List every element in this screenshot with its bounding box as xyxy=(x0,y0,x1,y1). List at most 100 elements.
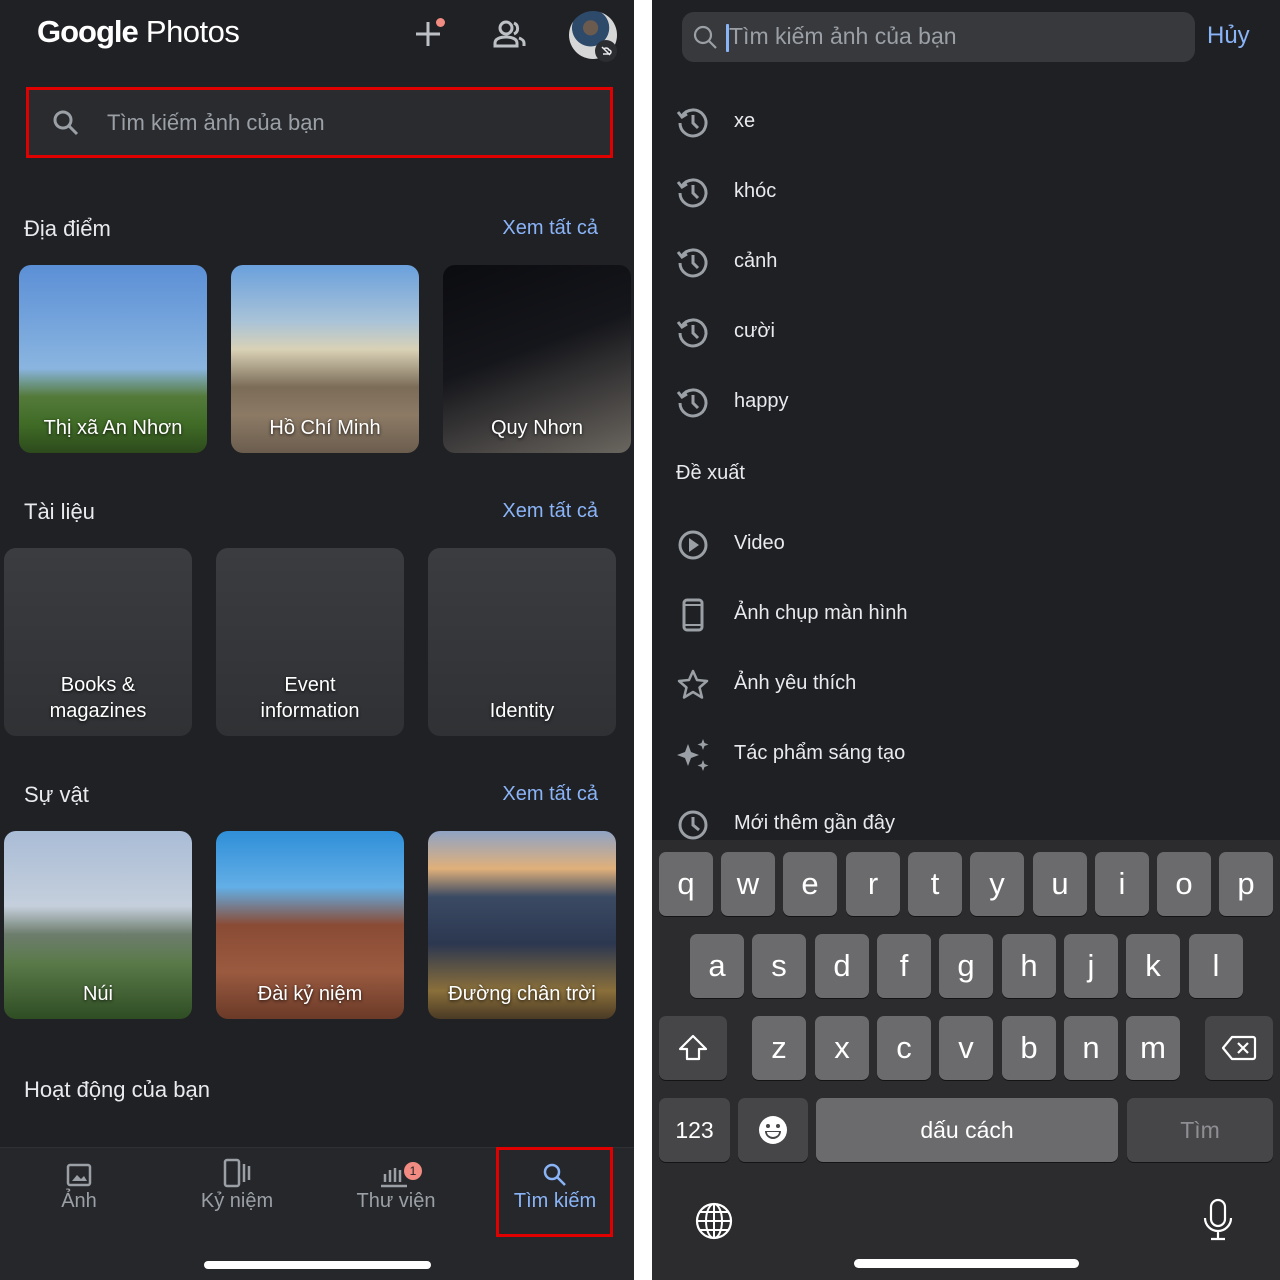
place-tile[interactable]: Thị xã An Nhơn xyxy=(19,265,207,453)
history-item[interactable]: cười xyxy=(652,298,1280,368)
section-title-activity: Hoạt động của bạn xyxy=(24,1077,210,1102)
suggestion-item-favorites[interactable]: Ảnh yêu thích xyxy=(652,650,1280,720)
thing-tile[interactable]: Đài kỷ niệm xyxy=(216,831,404,1019)
key-f[interactable]: f xyxy=(877,934,931,998)
library-badge: 1 xyxy=(404,1162,422,1180)
nav-tab-photos[interactable]: Ảnh xyxy=(14,1158,144,1213)
numbers-key[interactable]: 123 xyxy=(659,1098,730,1162)
key-r[interactable]: r xyxy=(846,852,900,916)
microphone-icon[interactable] xyxy=(1200,1198,1236,1242)
backspace-key[interactable] xyxy=(1205,1016,1273,1080)
suggestion-text: Tác phẩm sáng tạo xyxy=(734,742,906,764)
key-c[interactable]: c xyxy=(877,1016,931,1080)
see-all-documents-link[interactable]: Xem tất cả xyxy=(502,500,598,523)
tile-label: Event information xyxy=(260,674,360,722)
history-icon xyxy=(676,178,708,208)
sharing-button[interactable] xyxy=(490,14,530,54)
history-text: xe xyxy=(734,110,756,132)
search-icon xyxy=(693,25,717,49)
key-i[interactable]: i xyxy=(1095,852,1149,916)
home-indicator[interactable] xyxy=(204,1261,431,1269)
nav-tab-library[interactable]: 1 Thư viện xyxy=(331,1158,461,1213)
key-l[interactable]: l xyxy=(1189,934,1243,998)
star-icon xyxy=(677,669,709,699)
highlight-box xyxy=(496,1147,613,1237)
suggestion-item-screenshots[interactable]: Ảnh chụp màn hình xyxy=(652,580,1280,650)
key-m[interactable]: m xyxy=(1126,1016,1180,1080)
history-icon xyxy=(676,108,708,138)
history-item[interactable]: happy xyxy=(652,368,1280,438)
tile-label: Books & magazines xyxy=(49,674,147,722)
key-s[interactable]: s xyxy=(752,934,806,998)
key-z[interactable]: z xyxy=(752,1016,806,1080)
globe-icon[interactable] xyxy=(694,1201,734,1241)
thing-tile[interactable]: Đường chân trời xyxy=(428,831,616,1019)
thing-tile[interactable]: Núi xyxy=(4,831,192,1019)
key-u[interactable]: u xyxy=(1033,852,1087,916)
see-all-things-link[interactable]: Xem tất cả xyxy=(502,783,598,806)
home-indicator[interactable] xyxy=(854,1259,1079,1268)
tile-label: Hồ Chí Minh xyxy=(269,417,381,439)
key-g[interactable]: g xyxy=(939,934,993,998)
cancel-button[interactable]: Hủy xyxy=(1207,22,1250,50)
tile-label: Quy Nhơn xyxy=(490,417,584,439)
key-b[interactable]: b xyxy=(1002,1016,1056,1080)
key-n[interactable]: n xyxy=(1064,1016,1118,1080)
key-w[interactable]: w xyxy=(721,852,775,916)
shift-icon xyxy=(678,1034,708,1061)
key-o[interactable]: o xyxy=(1157,852,1211,916)
key-v[interactable]: v xyxy=(939,1016,993,1080)
history-item[interactable]: xe xyxy=(652,88,1280,158)
space-key[interactable]: dấu cách xyxy=(816,1098,1118,1162)
emoji-key[interactable] xyxy=(738,1098,808,1162)
emoji-icon xyxy=(759,1116,787,1144)
key-t[interactable]: t xyxy=(908,852,962,916)
suggestion-text: Ảnh chụp màn hình xyxy=(734,602,908,624)
phone-screenshot-icon xyxy=(682,598,704,632)
document-tile[interactable]: Books & magazines xyxy=(4,548,192,736)
search-input[interactable]: Tìm kiếm ảnh của bạn xyxy=(26,87,613,158)
key-y[interactable]: y xyxy=(970,852,1024,916)
shift-key[interactable] xyxy=(659,1016,727,1080)
suggestion-text: Video xyxy=(734,532,785,554)
history-text: khóc xyxy=(734,180,777,202)
key-j[interactable]: j xyxy=(1064,934,1118,998)
suggestion-text: Mới thêm gần đây xyxy=(734,812,895,834)
key-k[interactable]: k xyxy=(1126,934,1180,998)
key-a[interactable]: a xyxy=(690,934,744,998)
key-q[interactable]: q xyxy=(659,852,713,916)
search-placeholder: Tìm kiếm ảnh của bạn xyxy=(107,109,325,135)
place-tile[interactable]: Quy Nhơn xyxy=(443,265,631,453)
nav-label: Kỷ niệm xyxy=(200,1190,274,1212)
photo-icon xyxy=(66,1163,92,1187)
key-d[interactable]: d xyxy=(815,934,869,998)
search-active-screen: Tìm kiếm ảnh của bạn Hủy xe khóc cảnh cư… xyxy=(652,0,1280,1280)
add-button[interactable] xyxy=(408,14,448,54)
nav-label: Thư viện xyxy=(356,1190,436,1212)
history-text: cảnh xyxy=(734,250,778,272)
search-key[interactable]: Tìm xyxy=(1127,1098,1273,1162)
tile-label: Đường chân trời xyxy=(448,983,596,1005)
history-item[interactable]: khóc xyxy=(652,158,1280,228)
search-input[interactable]: Tìm kiếm ảnh của bạn xyxy=(682,12,1195,62)
history-text: cười xyxy=(734,320,775,342)
backspace-icon xyxy=(1221,1035,1257,1061)
place-tile[interactable]: Hồ Chí Minh xyxy=(231,265,419,453)
key-e[interactable]: e xyxy=(783,852,837,916)
nav-tab-memories[interactable]: Kỷ niệm xyxy=(172,1158,302,1213)
see-all-places-link[interactable]: Xem tất cả xyxy=(502,217,598,240)
history-icon xyxy=(676,248,708,278)
app-title: Google Photos xyxy=(37,14,240,50)
nav-label: Ảnh xyxy=(61,1190,97,1212)
suggestion-item-video[interactable]: Video xyxy=(652,510,1280,580)
history-icon xyxy=(676,388,708,418)
key-p[interactable]: p xyxy=(1219,852,1273,916)
history-item[interactable]: cảnh xyxy=(652,228,1280,298)
document-tile[interactable]: Event information xyxy=(216,548,404,736)
document-tile[interactable]: Identity xyxy=(428,548,616,736)
suggestion-item-creations[interactable]: Tác phẩm sáng tạo xyxy=(652,720,1280,790)
key-h[interactable]: h xyxy=(1002,934,1056,998)
key-x[interactable]: x xyxy=(815,1016,869,1080)
section-title-things: Sự vật xyxy=(24,782,89,807)
app-title-brand: Google xyxy=(37,14,139,49)
